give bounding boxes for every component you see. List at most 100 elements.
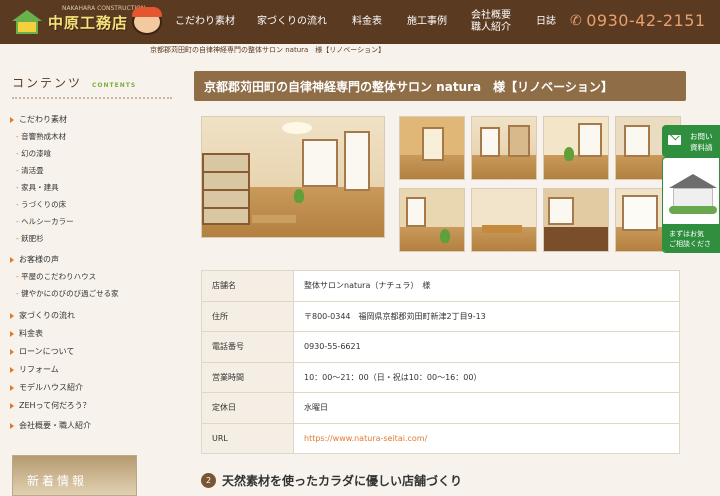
sidebar-item-label: お客様の声: [19, 255, 59, 264]
section-number-badge: 2: [201, 473, 216, 488]
sidebar-subitem[interactable]: 平屋のこだわりハウス: [16, 271, 96, 282]
table-row: 住所 〒800-0344 福岡県京都郡苅田町新津2丁目9-13: [201, 300, 680, 332]
thumbnail-5[interactable]: [399, 188, 465, 252]
thumbnail-3[interactable]: [543, 116, 609, 180]
phone-number[interactable]: ✆ 0930-42-2151: [570, 11, 706, 30]
arrow-right-icon: [10, 366, 14, 373]
sidebar-subitem[interactable]: 飫肥杉: [16, 233, 44, 244]
phone-icon: ✆: [570, 12, 583, 29]
main-photo[interactable]: [201, 116, 385, 238]
section-heading: 2 天然素材を使ったカラダに優しい店舗づくり: [201, 472, 462, 489]
arrow-right-icon: [10, 330, 14, 337]
info-key: 店舗名: [201, 270, 294, 302]
nav-company[interactable]: 会社概要 職人紹介: [462, 0, 520, 44]
contact-tab-line1: お問い: [690, 132, 713, 141]
thumbnail-7[interactable]: [543, 188, 609, 252]
sidebar-item-label: モデルハウス紹介: [19, 383, 83, 392]
arrow-right-icon: [10, 384, 14, 391]
info-key: URL: [201, 422, 294, 454]
house-illustration: [669, 174, 717, 214]
sidebar-item[interactable]: こだわり素材: [10, 114, 67, 125]
site-header: 中原工務店 NAKAHARA CONSTRUCTION こだわり素材 家づくりの…: [0, 0, 720, 44]
sidebar-item[interactable]: お客様の声: [10, 254, 59, 265]
news-banner[interactable]: 新着情報: [12, 455, 137, 496]
info-key: 住所: [201, 300, 294, 332]
sidebar-item-label: ヘルシーカラー: [21, 217, 74, 226]
sidebar-subitem[interactable]: ヘルシーカラー: [16, 216, 74, 227]
sidebar-item[interactable]: モデルハウス紹介: [10, 382, 83, 393]
sidebar: コンテンツ CONTENTS: [12, 74, 172, 99]
sidebar-item[interactable]: リフォーム: [10, 364, 59, 375]
nav-diary[interactable]: 日誌: [528, 0, 564, 44]
thumbnail-1[interactable]: [399, 116, 465, 180]
store-url-link[interactable]: https://www.natura-seitai.com/: [293, 422, 680, 454]
cta-line1: まずはお気: [669, 230, 704, 238]
mascot-icon: [132, 7, 163, 35]
sidebar-item-label: 家具・建具: [21, 183, 59, 192]
info-key: 営業時間: [201, 361, 294, 393]
info-key: 電話番号: [201, 331, 294, 363]
house-logo-icon: [12, 10, 42, 34]
sidebar-item-label: 料金表: [19, 329, 43, 338]
sidebar-subitem[interactable]: 清活畳: [16, 165, 44, 176]
nav-label: 日誌: [536, 16, 556, 27]
sidebar-item[interactable]: ローンについて: [10, 346, 74, 357]
sidebar-item-label: 飫肥杉: [21, 234, 44, 243]
site-logo[interactable]: 中原工務店 NAKAHARA CONSTRUCTION: [12, 5, 163, 36]
sidebar-subitem[interactable]: 家具・建具: [16, 182, 59, 193]
arrow-right-icon: [10, 348, 14, 355]
sidebar-item[interactable]: 家づくりの流れ: [10, 310, 75, 321]
sidebar-title-text: コンテンツ: [12, 76, 83, 90]
sidebar-item-label: ZEHって何だろう？: [19, 401, 91, 410]
news-banner-label: 新着情報: [27, 474, 88, 488]
info-value: 水曜日: [293, 392, 680, 424]
table-row: 定休日 水曜日: [201, 392, 680, 424]
thumbnail-6[interactable]: [471, 188, 537, 252]
nav-label: 家づくりの流れ: [257, 16, 327, 27]
info-value: 〒800-0344 福岡県京都郡苅田町新津2丁目9-13: [293, 300, 680, 332]
sidebar-subitem[interactable]: うづくりの床: [16, 199, 66, 210]
nav-works[interactable]: 施工事例: [402, 0, 452, 44]
arrow-right-icon: [10, 402, 14, 409]
cta-line2: ご相談くださ: [669, 240, 711, 248]
sidebar-item[interactable]: 会社概要・職人紹介: [10, 420, 91, 431]
info-value: 整体サロンnatura（ナチュラ） 様: [293, 270, 680, 302]
contact-request-tab[interactable]: お問い 資料請: [662, 125, 720, 157]
nav-materials[interactable]: こだわり素材: [170, 0, 240, 44]
contact-tab-line2: 資料請: [690, 143, 713, 152]
phone-text: 0930-42-2151: [586, 11, 706, 30]
sidebar-subitem[interactable]: 健やかにのびのび過ごせる家: [16, 288, 119, 299]
nav-label: 施工事例: [407, 16, 447, 27]
info-value: 10：00〜21：00（日・祝は10：00〜16：00）: [293, 361, 680, 393]
sidebar-item-label: ローンについて: [19, 347, 75, 356]
nav-flow[interactable]: 家づくりの流れ: [252, 0, 332, 44]
sidebar-item-label: 清活畳: [21, 166, 44, 175]
consultation-cta: まずはお気 ご相談くださ: [663, 224, 719, 252]
sidebar-title: コンテンツ CONTENTS: [12, 74, 172, 99]
arrow-right-icon: [10, 116, 14, 123]
table-row: URL https://www.natura-seitai.com/: [201, 422, 680, 454]
sidebar-subitem[interactable]: 幻の漆喰: [16, 148, 51, 159]
sidebar-item-label: こだわり素材: [19, 115, 67, 124]
sidebar-item-label: 家づくりの流れ: [19, 311, 75, 320]
arrow-right-icon: [10, 422, 14, 429]
sidebar-item-label: 健やかにのびのび過ごせる家: [21, 289, 119, 298]
sidebar-item[interactable]: ZEHって何だろう？: [10, 400, 91, 411]
nav-price[interactable]: 料金表: [344, 0, 390, 44]
logo-text: 中原工務店: [48, 13, 129, 32]
nav-label: 会社概要 職人紹介: [471, 10, 511, 33]
sidebar-item[interactable]: 料金表: [10, 328, 43, 339]
table-row: 営業時間 10：00〜21：00（日・祝は10：00〜16：00）: [201, 361, 680, 393]
sidebar-subitem[interactable]: 音響熟成木材: [16, 131, 66, 142]
info-value: 0930-55-6621: [293, 331, 680, 363]
sidebar-item-label: うづくりの床: [21, 200, 67, 209]
breadcrumb: 京都郡苅田町の自律神経専門の整体サロン natura 様【リノベーション】: [150, 46, 386, 54]
table-row: 電話番号 0930-55-6621: [201, 331, 680, 363]
room-photo: [202, 117, 384, 237]
consultation-tab[interactable]: まずはお気 ご相談くださ: [662, 157, 720, 253]
nav-label: こだわり素材: [175, 16, 235, 27]
thumbnail-2[interactable]: [471, 116, 537, 180]
nav-label: 料金表: [352, 16, 382, 27]
table-row: 店舗名 整体サロンnatura（ナチュラ） 様: [201, 270, 680, 302]
sidebar-item-label: 平屋のこだわりハウス: [21, 272, 97, 281]
